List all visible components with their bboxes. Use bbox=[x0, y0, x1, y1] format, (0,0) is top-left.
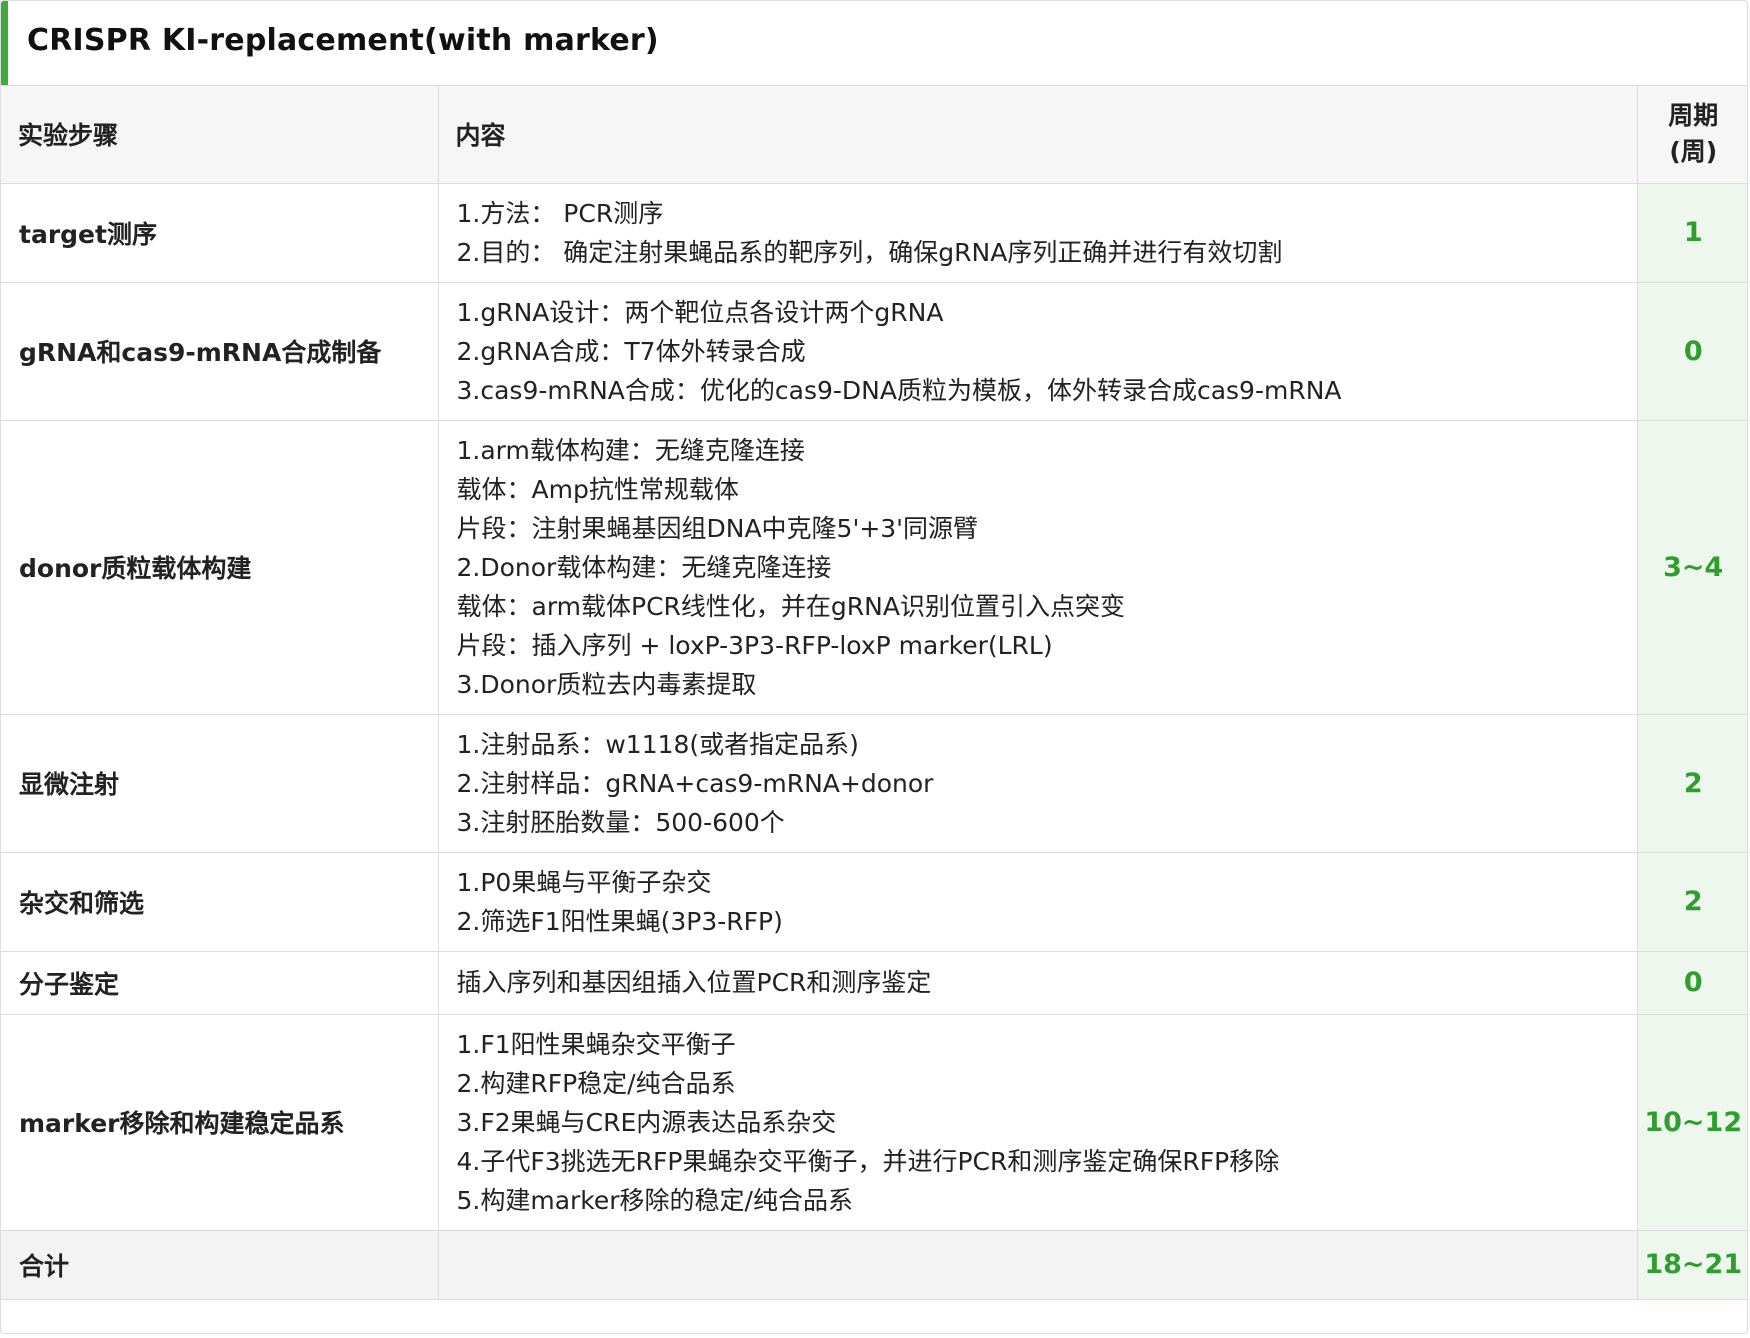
content-line: 1.gRNA设计：两个靶位点各设计两个gRNA bbox=[456, 297, 944, 327]
workflow-table: 实验步骤 内容 周期 (周) target测序 1.方法： PCR测序 2.目的… bbox=[1, 86, 1747, 1300]
table-row: target测序 1.方法： PCR测序 2.目的： 确定注射果蝇品系的靶序列，… bbox=[1, 183, 1747, 283]
content-line: 1.arm载体构建：无缝克隆连接 bbox=[456, 435, 805, 465]
table-row: 显微注射 1.注射品系：w1118(或者指定品系) 2.注射样品：gRNA+ca… bbox=[1, 713, 1747, 853]
content-line: 2.目的： 确定注射果蝇品系的靶序列，确保gRNA序列正确并进行有效切割 bbox=[456, 237, 1283, 267]
content-line: 3.Donor质粒去内毒素提取 bbox=[456, 669, 757, 699]
content-line: 2.注射样品：gRNA+cas9-mRNA+donor bbox=[456, 768, 934, 798]
content-line: 载体：arm载体PCR线性化，并在gRNA识别位置引入点突变 bbox=[456, 591, 1125, 621]
table-row: marker移除和构建稳定品系 1.F1阳性果蝇杂交平衡子 2.构建RFP稳定/… bbox=[1, 1013, 1747, 1231]
content-cell: 1.gRNA设计：两个靶位点各设计两个gRNA 2.gRNA合成：T7体外转录合… bbox=[437, 281, 1638, 421]
content-line: 1.P0果蝇与平衡子杂交 bbox=[456, 867, 712, 897]
content-cell: 1.方法： PCR测序 2.目的： 确定注射果蝇品系的靶序列，确保gRNA序列正… bbox=[437, 183, 1638, 283]
step-cell: 显微注射 bbox=[1, 713, 439, 853]
table-row: gRNA和cas9-mRNA合成制备 1.gRNA设计：两个靶位点各设计两个gR… bbox=[1, 281, 1747, 421]
content-cell: 1.注射品系：w1118(或者指定品系) 2.注射样品：gRNA+cas9-mR… bbox=[437, 713, 1638, 853]
table-row: 分子鉴定 插入序列和基因组插入位置PCR和测序鉴定 0 bbox=[1, 950, 1747, 1015]
header-cycle: 周期 (周) bbox=[1636, 86, 1747, 184]
content-line: 2.Donor载体构建：无缝克隆连接 bbox=[456, 552, 832, 582]
content-line: 载体：Amp抗性常规载体 bbox=[456, 474, 739, 504]
total-row: 合计 18~21 bbox=[1, 1229, 1747, 1300]
content-line: 2.构建RFP稳定/纯合品系 bbox=[456, 1068, 736, 1098]
content-line: 片段：插入序列 + loxP-3P3-RFP-loxP marker(LRL) bbox=[456, 630, 1053, 660]
header-step: 实验步骤 bbox=[1, 86, 439, 184]
step-cell: 杂交和筛选 bbox=[1, 851, 439, 952]
cycle-cell: 0 bbox=[1636, 281, 1747, 421]
cycle-cell: 1 bbox=[1636, 183, 1747, 283]
content-cell: 插入序列和基因组插入位置PCR和测序鉴定 bbox=[437, 950, 1638, 1015]
title-accent-bar bbox=[1, 1, 8, 85]
header-cycle-line1: 周期 bbox=[1668, 101, 1719, 131]
total-label: 合计 bbox=[1, 1229, 439, 1300]
content-line: 2.筛选F1阳性果蝇(3P3-RFP) bbox=[456, 906, 783, 936]
table-row: donor质粒载体构建 1.arm载体构建：无缝克隆连接 载体：Amp抗性常规载… bbox=[1, 419, 1747, 715]
step-cell: gRNA和cas9-mRNA合成制备 bbox=[1, 281, 439, 421]
content-line: 1.F1阳性果蝇杂交平衡子 bbox=[456, 1029, 736, 1059]
header-cycle-line2: (周) bbox=[1669, 137, 1718, 167]
content-line: 3.F2果蝇与CRE内源表达品系杂交 bbox=[456, 1107, 837, 1137]
content-line: 1.注射品系：w1118(或者指定品系) bbox=[456, 729, 859, 759]
content-line: 1.方法： PCR测序 bbox=[456, 198, 664, 228]
step-cell: donor质粒载体构建 bbox=[1, 419, 439, 715]
total-cycle: 18~21 bbox=[1636, 1229, 1747, 1300]
cycle-cell: 2 bbox=[1636, 713, 1747, 853]
content-line: 5.构建marker移除的稳定/纯合品系 bbox=[456, 1185, 853, 1215]
cycle-cell: 3~4 bbox=[1636, 419, 1747, 715]
table-row: 杂交和筛选 1.P0果蝇与平衡子杂交 2.筛选F1阳性果蝇(3P3-RFP) 2 bbox=[1, 851, 1747, 952]
content-line: 3.cas9-mRNA合成：优化的cas9-DNA质粒为模板，体外转录合成cas… bbox=[456, 375, 1342, 405]
content-line: 4.子代F3挑选无RFP果蝇杂交平衡子，并进行PCR和测序鉴定确保RFP移除 bbox=[456, 1146, 1280, 1176]
workflow-card: CRISPR KI-replacement(with marker) 实验步骤 … bbox=[0, 0, 1748, 1334]
cycle-cell: 0 bbox=[1636, 950, 1747, 1015]
step-cell: 分子鉴定 bbox=[1, 950, 439, 1015]
content-line: 2.gRNA合成：T7体外转录合成 bbox=[456, 336, 806, 366]
content-line: 3.注射胚胎数量：500-600个 bbox=[456, 807, 785, 837]
title-bar: CRISPR KI-replacement(with marker) bbox=[1, 1, 1747, 86]
content-cell: 1.P0果蝇与平衡子杂交 2.筛选F1阳性果蝇(3P3-RFP) bbox=[437, 851, 1638, 952]
header-content: 内容 bbox=[437, 86, 1638, 184]
step-cell: marker移除和构建稳定品系 bbox=[1, 1013, 439, 1231]
step-cell: target测序 bbox=[1, 183, 439, 283]
cycle-cell: 10~12 bbox=[1636, 1013, 1747, 1231]
cycle-cell: 2 bbox=[1636, 851, 1747, 952]
content-line: 片段：注射果蝇基因组DNA中克隆5'+3'同源臂 bbox=[456, 513, 979, 543]
content-cell: 1.arm载体构建：无缝克隆连接 载体：Amp抗性常规载体 片段：注射果蝇基因组… bbox=[437, 419, 1638, 715]
total-content bbox=[437, 1229, 1638, 1300]
content-cell: 1.F1阳性果蝇杂交平衡子 2.构建RFP稳定/纯合品系 3.F2果蝇与CRE内… bbox=[437, 1013, 1638, 1231]
page-title: CRISPR KI-replacement(with marker) bbox=[27, 23, 659, 58]
table-header-row: 实验步骤 内容 周期 (周) bbox=[1, 86, 1747, 184]
content-line: 插入序列和基因组插入位置PCR和测序鉴定 bbox=[456, 968, 932, 997]
